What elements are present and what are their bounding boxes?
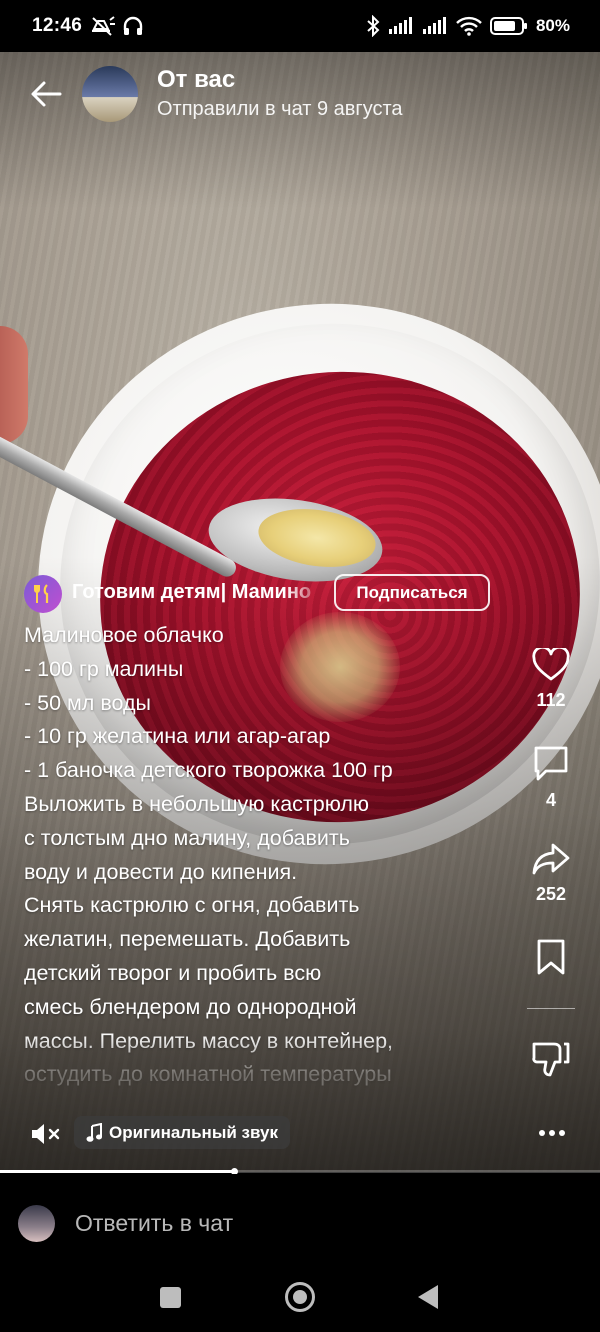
alarm-off-icon: [92, 16, 116, 36]
wifi-icon: [456, 16, 482, 36]
mute-button[interactable]: [28, 1118, 64, 1150]
sender-avatar[interactable]: [82, 66, 138, 122]
original-audio-chip[interactable]: Оригинальный звук: [74, 1116, 290, 1149]
heart-icon[interactable]: [532, 648, 570, 682]
user-avatar: [18, 1205, 55, 1242]
caption-line: - 100 гр малины: [24, 656, 184, 681]
speaker-muted-icon: [32, 1124, 60, 1144]
caption-line: детский творог и пробить всю: [24, 960, 322, 985]
signal-icon: [388, 17, 412, 34]
arrow-left-icon: [31, 81, 62, 107]
dislike-action[interactable]: [525, 1040, 577, 1078]
thumbs-down-icon[interactable]: [531, 1040, 571, 1078]
battery-percent: 80%: [535, 16, 570, 35]
more-options-button[interactable]: [530, 1118, 574, 1148]
caption-line: остудить до комнатной температуры: [24, 1062, 392, 1087]
caption-line: смесь блендером до однородной: [24, 994, 357, 1019]
save-action[interactable]: [525, 938, 577, 976]
page-title: От вас: [157, 66, 236, 93]
creator-name[interactable]: Готовим детям| Мамино: [72, 581, 324, 604]
sent-date-subtitle: Отправили в чат 9 августа: [157, 98, 403, 120]
caption-line: Малиновое облачко: [24, 623, 224, 647]
battery-icon: [489, 17, 527, 35]
caption-line: воду и довести до кипения.: [24, 859, 298, 884]
caption-text[interactable]: Малиновое облачко - 100 гр малины - 50 м…: [24, 619, 474, 1089]
bluetooth-icon: [367, 15, 380, 37]
home-button[interactable]: [285, 1282, 315, 1312]
back-button[interactable]: [26, 74, 66, 114]
comment-count: 4: [545, 790, 556, 810]
comment-action[interactable]: 4: [525, 744, 577, 811]
signal-icon: [422, 17, 446, 34]
caption-line: - 50 мл воды: [24, 690, 151, 715]
subscribe-button[interactable]: Подписаться: [334, 574, 490, 611]
bookmark-icon[interactable]: [534, 938, 568, 976]
actions-divider: [527, 1008, 575, 1009]
creator-avatar[interactable]: [24, 575, 62, 613]
fork-knife-icon: [34, 584, 49, 603]
reply-input[interactable]: Ответить в чат: [75, 1210, 233, 1237]
share-arrow-icon[interactable]: [531, 842, 571, 876]
like-count: 112: [536, 690, 566, 710]
headphones-icon: [123, 16, 143, 35]
status-bar: 12:46 80%: [0, 0, 600, 52]
video-progress-fill: [0, 1170, 234, 1173]
caption-line: с толстым дно малину, добавить: [24, 825, 350, 850]
video-progress-bar[interactable]: [0, 1170, 600, 1173]
music-note-icon: [86, 1122, 102, 1142]
like-action[interactable]: 112: [525, 648, 577, 711]
caption-line: - 10 гр желатина или агар-агар: [24, 724, 331, 749]
caption-line: Выложить в небольшую кастрюлю: [24, 791, 370, 816]
status-time: 12:46: [32, 15, 83, 36]
caption-line: желатин, перемешать. Добавить: [24, 927, 351, 952]
caption-line: - 1 баночка детского творожка 100 гр: [24, 758, 393, 783]
share-action[interactable]: 252: [525, 842, 577, 905]
more-dots-icon: [539, 1130, 565, 1136]
caption-line: массы. Перелить массу в контейнер,: [24, 1028, 393, 1053]
caption-line: Снять кастрюлю с огня, добавить: [24, 893, 360, 918]
share-count: 252: [535, 884, 567, 904]
recent-apps-button[interactable]: [160, 1287, 181, 1308]
system-back-button[interactable]: [418, 1285, 438, 1309]
comment-icon[interactable]: [532, 744, 570, 782]
audio-label: Оригинальный звук: [109, 1122, 278, 1142]
